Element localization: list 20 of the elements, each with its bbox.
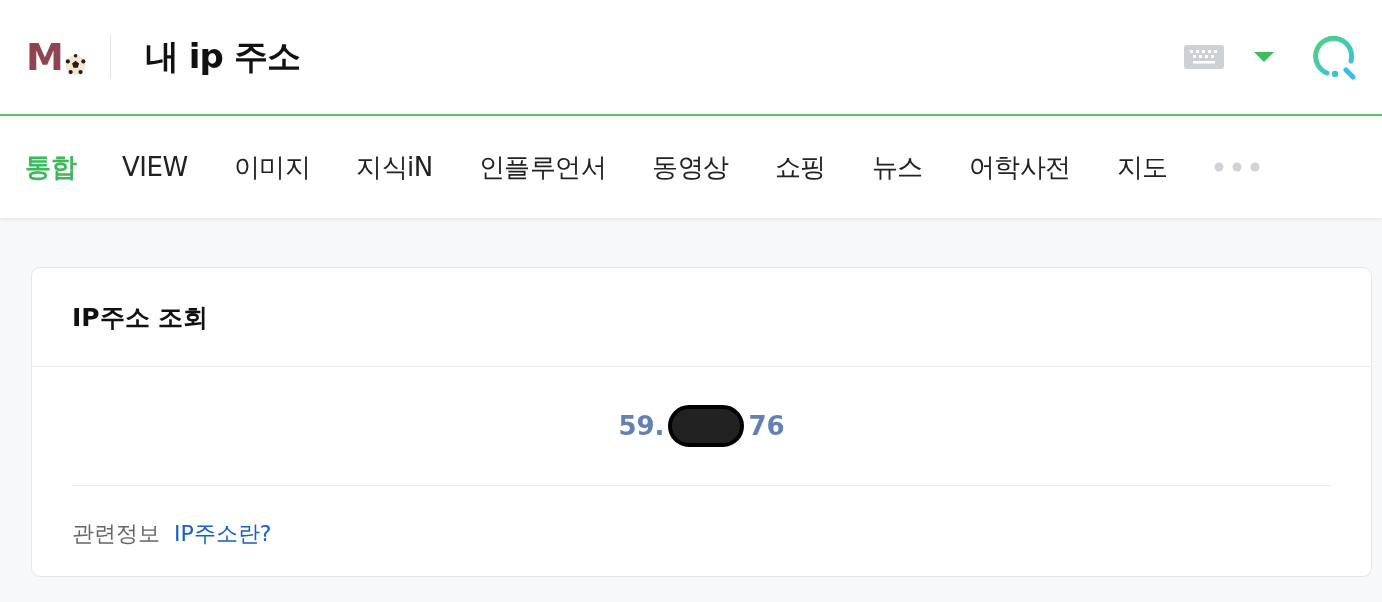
related-link[interactable]: IP주소란? [174, 519, 272, 549]
nav-tab[interactable]: 지식iN [356, 149, 433, 185]
search-query[interactable]: 내 ip 주소 [145, 34, 300, 80]
nav-tab[interactable]: 쇼핑 [774, 149, 826, 185]
ip-address: 76 [748, 411, 785, 441]
logo[interactable]: M [26, 32, 86, 82]
nav-tab[interactable]: 어학사전 [968, 149, 1071, 185]
keyboard-icon[interactable] [1184, 45, 1224, 69]
nav-tab[interactable]: 이미지 [233, 149, 311, 185]
related-label: 관련정보 [72, 520, 160, 548]
ip-address: 59. [618, 411, 665, 441]
more-icon[interactable] [1213, 162, 1260, 172]
search-icon[interactable] [1312, 34, 1358, 80]
nav-tab[interactable]: 뉴스 [871, 149, 923, 185]
nav-tab[interactable]: 동영상 [652, 149, 729, 185]
nav-tab[interactable]: 인플루언서 [478, 149, 607, 185]
dropdown-arrow-icon[interactable] [1254, 52, 1274, 62]
nav-tab[interactable]: VIEW [122, 152, 188, 182]
card-title: IP주소 조회 [32, 268, 1371, 367]
nav-tab[interactable]: 지도 [1116, 149, 1168, 185]
